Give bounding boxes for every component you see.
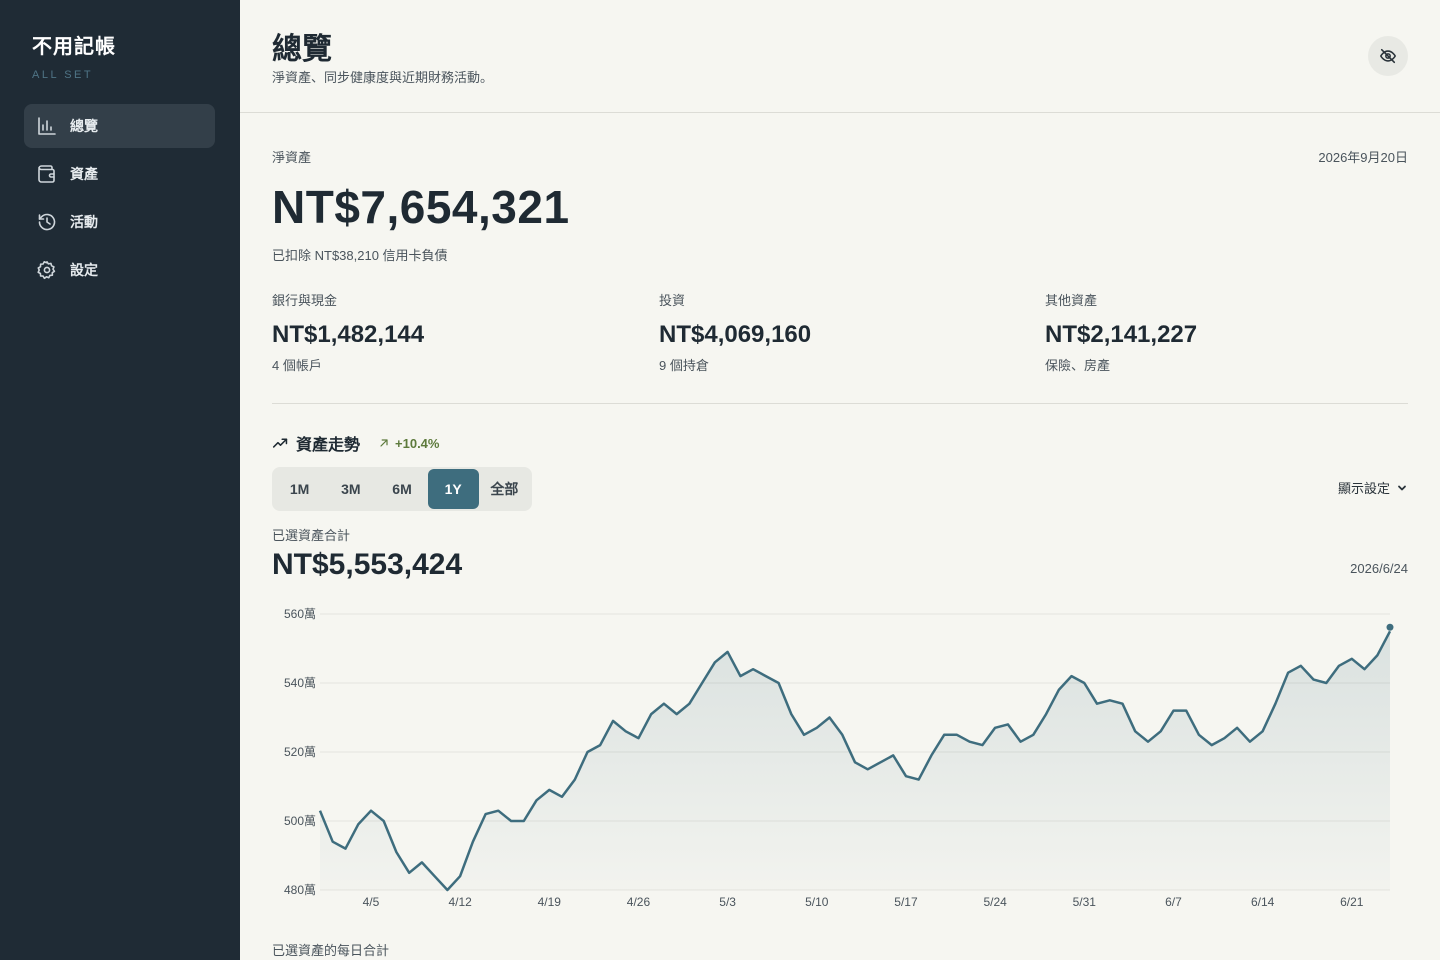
sidebar-nav: 總覽 資產 活動 設定 bbox=[24, 104, 215, 296]
gear-icon bbox=[37, 261, 56, 280]
sidebar-item-label: 活動 bbox=[70, 214, 98, 230]
display-settings-dropdown[interactable]: 顯示設定 bbox=[1300, 478, 1408, 497]
y-tick-label: 480萬 bbox=[284, 883, 316, 897]
bar-chart-icon bbox=[38, 117, 56, 135]
trend-title: 資產走勢 bbox=[296, 437, 361, 454]
page-header: 總覽 淨資產、同步健康度與近期財務活動。 bbox=[240, 0, 1440, 113]
stat-investments: 投資 NT$4,069,160 9 個持倉 bbox=[659, 290, 811, 374]
x-tick-label: 5/31 bbox=[1073, 895, 1097, 909]
stat-other-assets: 其他資產 NT$2,141,227 保險、房產 bbox=[1045, 290, 1197, 374]
stat-label: 銀行與現金 bbox=[272, 293, 338, 308]
x-tick-label: 6/7 bbox=[1165, 895, 1182, 909]
sidebar-item-label: 設定 bbox=[70, 262, 98, 278]
stat-sub: 保險、房產 bbox=[1045, 358, 1111, 373]
x-tick-label: 5/3 bbox=[719, 895, 736, 909]
sidebar-item-assets[interactable]: 資產 bbox=[24, 152, 215, 196]
x-tick-label: 4/26 bbox=[627, 895, 651, 909]
y-tick-label: 560萬 bbox=[284, 607, 316, 621]
history-icon bbox=[38, 213, 56, 231]
sidebar-item-label: 總覽 bbox=[70, 118, 98, 134]
eye-off-icon bbox=[1380, 48, 1396, 64]
stat-label: 投資 bbox=[659, 293, 686, 308]
brand-tagline: ALL SET bbox=[32, 69, 94, 81]
brand: 不用記帳 ALL SET bbox=[32, 30, 116, 81]
sidebar-item-settings[interactable]: 設定 bbox=[24, 248, 215, 292]
networth-date: 2026年9月20日 bbox=[1318, 150, 1408, 165]
x-tick-label: 5/10 bbox=[805, 895, 829, 909]
chevron-down-icon bbox=[1398, 485, 1406, 490]
chart-footer-label: 已選資產的每日合計 bbox=[272, 943, 390, 958]
x-tick-label: 4/5 bbox=[363, 895, 380, 909]
range-1y-button[interactable]: 1Y bbox=[427, 469, 479, 509]
range-selector: 1M 3M 6M 1Y 全部 bbox=[272, 467, 532, 511]
stat-label: 其他資產 bbox=[1045, 293, 1098, 308]
page-subtitle: 淨資產、同步健康度與近期財務活動。 bbox=[272, 70, 494, 85]
range-1m-button[interactable]: 1M bbox=[274, 469, 325, 509]
sidebar-item-activity[interactable]: 活動 bbox=[24, 200, 215, 244]
section-divider bbox=[272, 403, 1408, 404]
x-tick-label: 6/21 bbox=[1340, 895, 1364, 909]
stat-value: NT$4,069,160 bbox=[659, 321, 812, 348]
trend-change: +10.4% bbox=[395, 435, 440, 451]
stat-sub: 9 個持倉 bbox=[659, 358, 709, 373]
networth-note: 已扣除 NT$38,210 信用卡負債 bbox=[272, 248, 448, 263]
x-tick-label: 4/12 bbox=[448, 895, 472, 909]
y-tick-label: 540萬 bbox=[284, 676, 316, 690]
trending-up-icon bbox=[272, 437, 288, 448]
selected-date: 2026/6/24 bbox=[1350, 561, 1408, 576]
range-3m-button[interactable]: 3M bbox=[325, 469, 376, 509]
sidebar: 不用記帳 ALL SET 總覽 資產 活動 設定 bbox=[0, 0, 240, 960]
networth-value: NT$7,654,321 bbox=[272, 181, 570, 233]
range-all-button[interactable]: 全部 bbox=[479, 469, 530, 509]
range-6m-button[interactable]: 6M bbox=[376, 469, 427, 509]
sidebar-item-label: 資產 bbox=[70, 166, 98, 182]
stat-value: NT$1,482,144 bbox=[272, 321, 425, 348]
page-title: 總覽 bbox=[272, 33, 332, 66]
stat-sub: 4 個帳戶 bbox=[272, 358, 322, 373]
display-settings-label: 顯示設定 bbox=[1337, 481, 1390, 496]
sidebar-item-overview[interactable]: 總覽 bbox=[24, 104, 215, 148]
networth-label: 淨資產 bbox=[272, 150, 312, 165]
x-tick-label: 4/19 bbox=[538, 895, 562, 909]
chart-endpoint bbox=[1386, 623, 1394, 631]
selected-total-value: NT$5,553,424 bbox=[272, 548, 463, 581]
asset-trend-chart[interactable]: 560萬 540萬 520萬 500萬 480萬 4/5 4/12 4/19 4/26 5/3 5… bbox=[270, 600, 1410, 920]
x-tick-label: 6/14 bbox=[1251, 895, 1275, 909]
y-tick-label: 520萬 bbox=[284, 745, 316, 759]
brand-name: 不用記帳 bbox=[32, 36, 116, 58]
y-tick-label: 500萬 bbox=[284, 814, 316, 828]
selected-total-label: 已選資產合計 bbox=[272, 528, 351, 543]
x-tick-label: 5/17 bbox=[894, 895, 918, 909]
stat-value: NT$2,141,227 bbox=[1045, 321, 1198, 348]
arrow-up-right-icon bbox=[380, 439, 388, 447]
stat-bank-cash: 銀行與現金 NT$1,482,144 4 個帳戶 bbox=[272, 290, 424, 374]
trend-header: 資產走勢 +10.4% bbox=[272, 431, 439, 455]
wallet-icon bbox=[38, 165, 55, 183]
hide-amounts-button[interactable] bbox=[1368, 36, 1408, 76]
x-tick-label: 5/24 bbox=[983, 895, 1007, 909]
